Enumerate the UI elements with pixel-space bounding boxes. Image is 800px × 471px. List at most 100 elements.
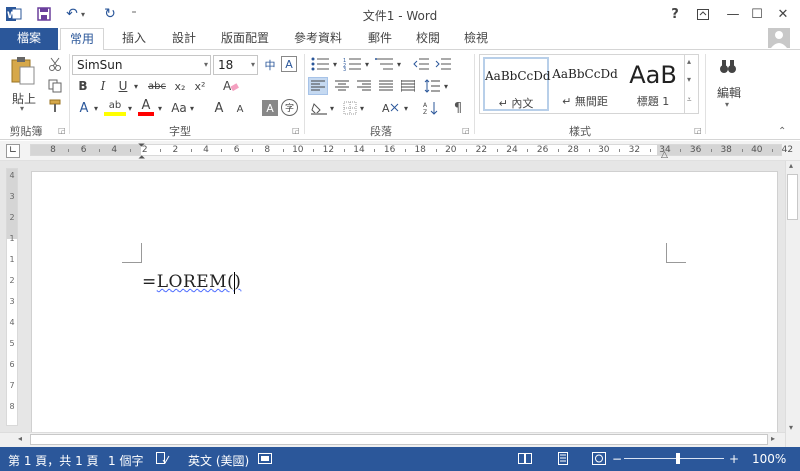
asian-layout-dropdown-icon[interactable]: ▾ <box>402 100 410 116</box>
document-text[interactable]: =LOREM() <box>142 272 241 292</box>
proofing-icon[interactable] <box>156 452 170 468</box>
highlight-dropdown-icon[interactable]: ▾ <box>126 100 134 116</box>
increase-indent-icon[interactable] <box>434 56 452 72</box>
minimize-icon[interactable]: — <box>722 4 744 24</box>
sort-icon[interactable]: AZ <box>422 100 440 116</box>
line-spacing-icon[interactable] <box>422 77 442 95</box>
borders-icon[interactable] <box>342 100 358 116</box>
vertical-ruler[interactable]: 4 3 2 1 1 2 3 4 5 6 7 8 <box>6 168 18 426</box>
justify-button[interactable] <box>376 77 396 95</box>
web-layout-icon[interactable] <box>592 452 606 468</box>
styles-up-icon[interactable]: ▴ <box>687 57 691 66</box>
strikethrough-button[interactable]: abc <box>146 78 168 94</box>
user-avatar[interactable] <box>768 28 790 48</box>
tab-selector-icon[interactable]: ∟ <box>6 144 20 158</box>
highlight-button[interactable]: ab <box>104 98 126 116</box>
print-layout-icon[interactable] <box>556 452 570 468</box>
styles-more-icon[interactable]: ⩡ <box>687 95 692 105</box>
zoom-level[interactable]: 100% <box>752 452 786 466</box>
font-name-dropdown-icon[interactable]: ▾ <box>204 56 208 74</box>
bullets-icon[interactable] <box>310 56 332 72</box>
tab-mailings[interactable]: 郵件 <box>362 28 398 50</box>
font-name-combo[interactable]: SimSun ▾ <box>72 55 211 75</box>
numbering-dropdown-icon[interactable]: ▾ <box>363 56 371 72</box>
style-heading-1[interactable]: AaB 標題 1 <box>620 57 686 111</box>
tab-home[interactable]: 常用 <box>60 28 104 51</box>
font-launcher-icon[interactable]: ◲ <box>292 126 300 135</box>
font-color-button[interactable]: A <box>138 98 154 116</box>
shading-dropdown-icon[interactable]: ▾ <box>328 100 336 116</box>
find-binoculars-icon[interactable] <box>716 56 740 76</box>
styles-launcher-icon[interactable]: ◲ <box>694 126 702 135</box>
change-case-button[interactable]: Aa <box>170 100 188 116</box>
collapse-ribbon-icon[interactable]: ⌃ <box>778 126 786 137</box>
font-size-combo[interactable]: 18 ▾ <box>213 55 258 75</box>
bold-button[interactable]: B <box>76 78 90 94</box>
shading-icon[interactable] <box>310 100 328 116</box>
editing-dropdown-icon[interactable]: ▾ <box>725 100 729 109</box>
show-formatting-marks-icon[interactable]: ¶ <box>450 100 466 116</box>
font-size-dropdown-icon[interactable]: ▾ <box>251 56 255 74</box>
zoom-out-button[interactable]: − <box>612 452 622 466</box>
horizontal-scroll-thumb[interactable] <box>30 434 768 445</box>
text-effects-dropdown-icon[interactable]: ▾ <box>92 100 100 116</box>
decrease-indent-icon[interactable] <box>412 56 430 72</box>
paste-dropdown-icon[interactable]: ▾ <box>20 104 24 113</box>
superscript-button[interactable]: x² <box>192 78 208 94</box>
read-mode-icon[interactable] <box>518 452 532 468</box>
multilevel-list-dropdown-icon[interactable]: ▾ <box>395 56 403 72</box>
tab-design[interactable]: 設計 <box>164 28 204 50</box>
page-count[interactable]: 第 1 頁，共 1 頁 <box>8 452 99 469</box>
italic-button[interactable]: I <box>96 78 110 94</box>
wen-icon[interactable]: 中 <box>261 56 279 74</box>
change-case-dropdown-icon[interactable]: ▾ <box>188 100 196 116</box>
tab-file[interactable]: 檔案 <box>0 28 58 50</box>
zoom-slider-track[interactable] <box>624 458 724 459</box>
cut-icon[interactable] <box>46 56 64 72</box>
tab-references[interactable]: 參考資料 <box>286 28 350 50</box>
close-icon[interactable]: ✕ <box>772 4 794 24</box>
align-right-button[interactable] <box>354 77 374 95</box>
enclose-characters-button[interactable]: 字 <box>281 99 298 116</box>
tab-layout[interactable]: 版面配置 <box>214 28 276 50</box>
text-effects-button[interactable]: A <box>76 100 92 116</box>
align-left-button[interactable] <box>308 77 328 95</box>
scroll-up-icon[interactable]: ▴ <box>789 161 793 170</box>
distributed-button[interactable] <box>398 77 418 95</box>
restore-icon[interactable]: ☐ <box>746 4 768 24</box>
style-normal[interactable]: AaBbCcDd ↵ 內文 <box>483 57 551 111</box>
borders-dropdown-icon[interactable]: ▾ <box>358 100 366 116</box>
tab-insert[interactable]: 插入 <box>114 28 154 50</box>
tab-view[interactable]: 檢視 <box>458 28 494 50</box>
font-color-dropdown-icon[interactable]: ▾ <box>156 100 164 116</box>
clipboard-launcher-icon[interactable]: ◲ <box>58 126 66 135</box>
clear-formatting-icon[interactable]: A <box>222 78 240 94</box>
paragraph-launcher-icon[interactable]: ◲ <box>462 126 470 135</box>
save-icon[interactable] <box>34 5 54 23</box>
customize-qat-icon[interactable]: ⁼ <box>124 5 144 23</box>
format-painter-icon[interactable] <box>46 98 64 114</box>
redo-icon[interactable]: ↻ <box>100 5 120 23</box>
character-border-icon[interactable]: A <box>281 56 297 72</box>
word-count[interactable]: 1 個字 <box>108 452 143 469</box>
underline-button[interactable]: U <box>116 78 130 94</box>
scroll-left-icon[interactable]: ◂ <box>18 434 22 443</box>
bullets-dropdown-icon[interactable]: ▾ <box>331 56 339 72</box>
multilevel-list-icon[interactable] <box>374 56 396 72</box>
scroll-right-icon[interactable]: ▸ <box>771 434 775 443</box>
zoom-in-button[interactable]: + <box>729 452 739 466</box>
language-indicator[interactable]: 英文 (美國) <box>188 452 249 469</box>
scroll-down-icon[interactable]: ▾ <box>789 423 793 432</box>
numbering-icon[interactable]: 123 <box>342 56 364 72</box>
line-spacing-dropdown-icon[interactable]: ▾ <box>442 77 450 95</box>
tab-review[interactable]: 校閱 <box>410 28 446 50</box>
copy-icon[interactable] <box>46 78 64 94</box>
align-center-button[interactable] <box>332 77 352 95</box>
help-icon[interactable]: ? <box>664 4 686 24</box>
character-shading-button[interactable]: A <box>262 100 278 116</box>
grow-font-button[interactable]: A <box>212 100 226 116</box>
undo-dropdown-icon[interactable]: ▾ <box>78 5 88 23</box>
underline-dropdown-icon[interactable]: ▾ <box>132 78 140 94</box>
ribbon-display-options-icon[interactable] <box>692 4 714 24</box>
right-indent-marker[interactable]: △ <box>661 150 668 160</box>
